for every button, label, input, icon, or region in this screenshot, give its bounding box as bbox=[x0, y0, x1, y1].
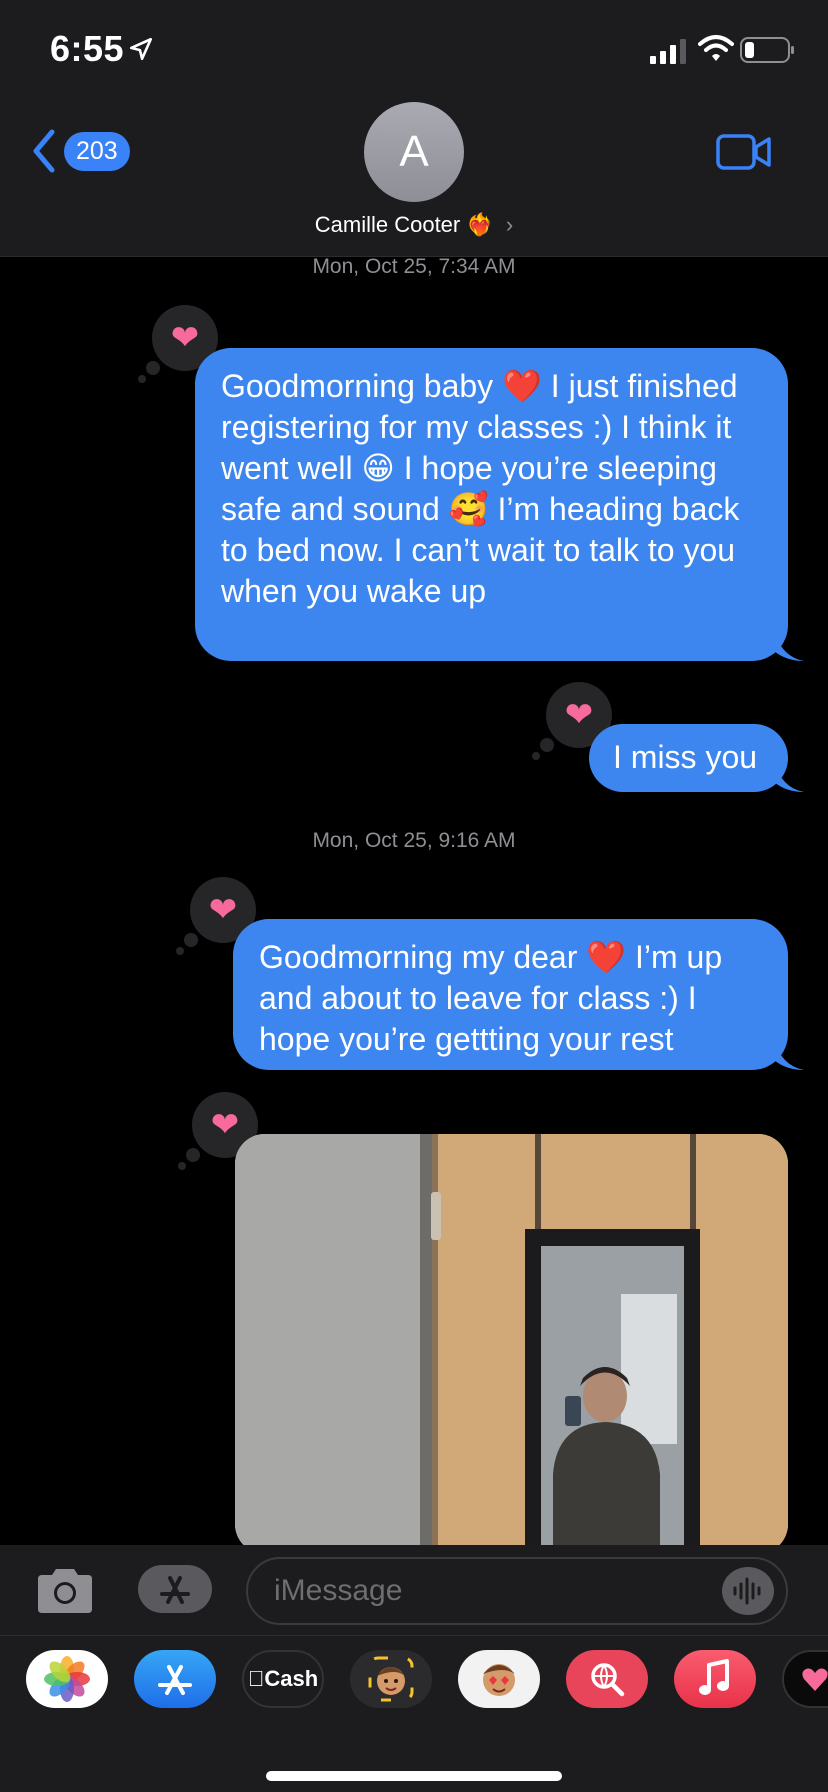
status-bar: 6:55 bbox=[0, 0, 828, 100]
animoji-icon bbox=[483, 1664, 515, 1696]
heart-icon: ❤ bbox=[170, 319, 200, 357]
sent-message-bubble[interactable]: Goodmorning baby ❤️ I just finished regi… bbox=[195, 348, 788, 661]
sent-message-bubble[interactable]: Goodmorning my dear ❤️ I’m up and about … bbox=[233, 919, 788, 1070]
contact-name-button[interactable]: Camille Cooter ❤️‍🔥 › bbox=[0, 212, 828, 238]
bubble-tail bbox=[774, 1040, 804, 1070]
message-timestamp: Mon, Oct 25, 7:34 AM bbox=[312, 257, 516, 278]
music-icon bbox=[699, 1659, 729, 1695]
digital-touch-icon bbox=[802, 1668, 828, 1691]
app-store-button[interactable] bbox=[138, 1565, 212, 1613]
status-time: 6:55 bbox=[50, 28, 125, 69]
heart-icon: ❤ bbox=[210, 1106, 240, 1144]
facetime-video-icon[interactable] bbox=[716, 132, 772, 172]
apple-cash-icon: Cash bbox=[248, 1666, 318, 1691]
memoji-app-icon[interactable] bbox=[350, 1650, 432, 1708]
audio-message-button[interactable] bbox=[722, 1567, 774, 1615]
compose-bar bbox=[0, 1545, 828, 1635]
photos-app-icon[interactable] bbox=[26, 1650, 108, 1708]
web-search-icon bbox=[591, 1663, 625, 1697]
waveform-icon bbox=[733, 1577, 761, 1605]
back-button[interactable]: 203 bbox=[30, 128, 130, 174]
contact-avatar[interactable]: A bbox=[364, 102, 464, 202]
contact-name: Camille Cooter bbox=[314, 212, 461, 237]
cellular-signal-icon bbox=[650, 39, 686, 64]
animoji-stickers-app-icon[interactable] bbox=[458, 1650, 540, 1708]
app-store-a-icon bbox=[160, 1576, 190, 1604]
message-input[interactable] bbox=[246, 1557, 788, 1625]
battery-icon bbox=[740, 37, 794, 63]
photo-attachment[interactable] bbox=[235, 1134, 788, 1545]
location-arrow-icon bbox=[129, 37, 153, 61]
app-drawer: Cash bbox=[0, 1635, 828, 1792]
photos-icon bbox=[44, 1656, 90, 1702]
message-thread[interactable]: Mon, Oct 25, 7:34 AM ❤ Goodmorning baby … bbox=[0, 257, 828, 1545]
camera-icon[interactable] bbox=[34, 1567, 96, 1615]
sent-message-bubble[interactable]: I miss you bbox=[589, 724, 788, 792]
contact-emoji: ❤️‍🔥 bbox=[466, 212, 494, 237]
digital-touch-app-icon[interactable] bbox=[782, 1650, 828, 1708]
unread-count-badge: 203 bbox=[64, 131, 130, 171]
bubble-tail bbox=[774, 762, 804, 792]
heart-icon: ❤ bbox=[208, 891, 238, 929]
home-indicator[interactable] bbox=[266, 1771, 562, 1781]
chevron-right-icon: › bbox=[505, 212, 514, 237]
web-images-app-icon[interactable] bbox=[566, 1650, 648, 1708]
music-app-icon[interactable] bbox=[674, 1650, 756, 1708]
back-chevron-icon bbox=[33, 129, 55, 173]
message-timestamp: Mon, Oct 25, 9:16 AM bbox=[312, 829, 516, 852]
mirror-selfie-photo bbox=[235, 1134, 788, 1545]
apple-cash-app-icon[interactable]: Cash bbox=[242, 1650, 324, 1708]
heart-icon: ❤ bbox=[564, 696, 594, 734]
bubble-tail bbox=[774, 631, 804, 661]
memoji-icon bbox=[368, 1656, 414, 1702]
wifi-icon bbox=[698, 35, 734, 61]
conversation-header: 6:55 203 A Camille Cooter ❤️‍🔥 › bbox=[0, 0, 828, 257]
app-store-icon bbox=[158, 1665, 192, 1695]
app-store-app-icon[interactable] bbox=[134, 1650, 216, 1708]
